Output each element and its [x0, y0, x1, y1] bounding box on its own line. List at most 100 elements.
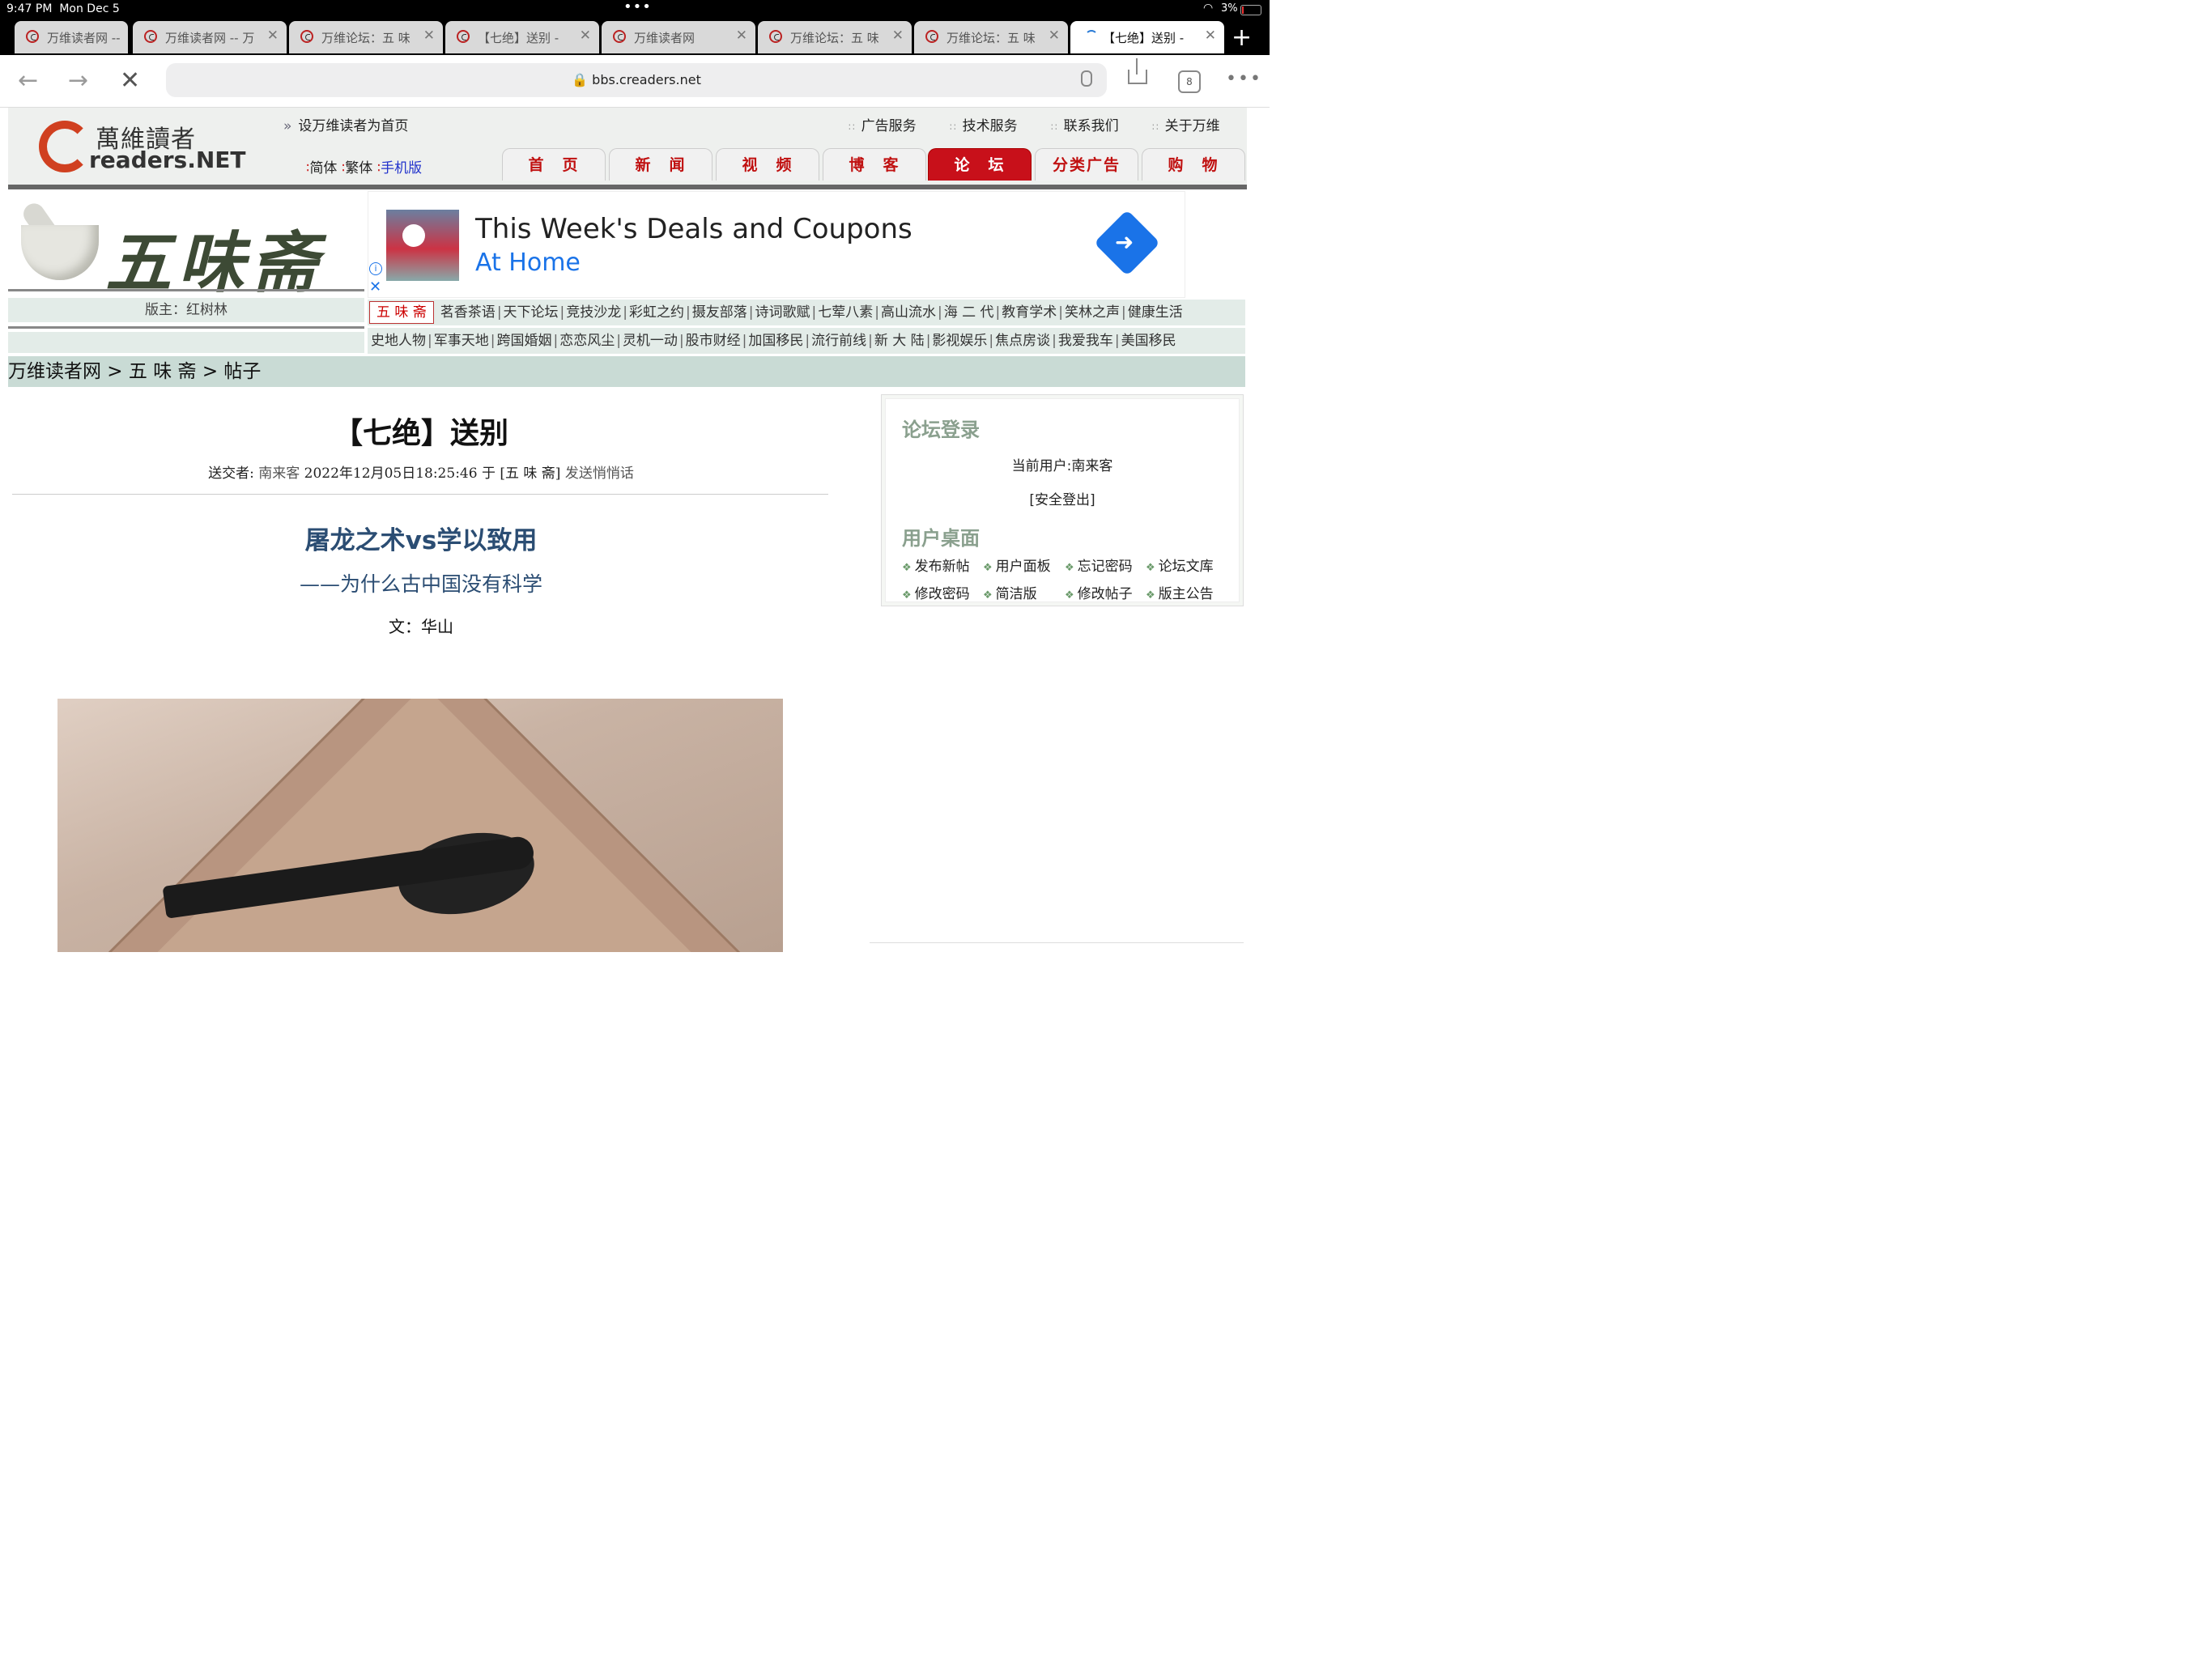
forum-link[interactable]: 彩虹之约	[629, 304, 684, 321]
forum-link[interactable]: 加国移民	[748, 333, 803, 349]
set-homepage-link[interactable]: » 设万维读者为首页	[283, 114, 408, 134]
bullet-icon: ❖	[983, 562, 993, 574]
creaders-logo[interactable]: 萬維讀者 readers.NET	[37, 116, 246, 179]
forward-icon[interactable]: →	[68, 66, 88, 95]
simple-version-link[interactable]: ❖ 简洁版	[983, 582, 1037, 602]
forum-link[interactable]: 我爱我车	[1058, 333, 1113, 349]
forum-link[interactable]: 天下论坛	[504, 304, 559, 321]
more-options-icon[interactable]: •••	[1226, 69, 1262, 89]
forum-link[interactable]: 股市财经	[686, 333, 741, 349]
browser-tab[interactable]: 【七绝】送别 - ✕	[445, 21, 599, 53]
forum-link[interactable]: 流行前线	[811, 333, 866, 349]
top-link-contact[interactable]: ∷ 联系我们	[1051, 114, 1119, 134]
top-link-ads[interactable]: ∷ 广告服务	[849, 114, 917, 134]
new-post-link[interactable]: ❖ 发布新帖	[902, 555, 970, 575]
forum-link[interactable]: 跨国婚姻	[496, 333, 551, 349]
top-link-tech[interactable]: ∷ 技术服务	[950, 114, 1018, 134]
forum-link[interactable]: 健康生活	[1128, 304, 1183, 321]
close-tab-icon[interactable]: ✕	[1049, 28, 1060, 44]
nav-blog[interactable]: 博 客	[823, 148, 926, 181]
forum-link[interactable]: 笑林之声	[1065, 304, 1120, 321]
multitask-dots-icon[interactable]: •••	[623, 0, 652, 15]
ad-title[interactable]: This Week's Deals and Coupons	[475, 213, 912, 245]
bullet-icon: ❖	[1065, 589, 1074, 602]
moderator-info: 版主：红树林	[8, 298, 364, 322]
simplified-link[interactable]: 简体	[309, 160, 337, 176]
forum-link[interactable]: 七荤八素	[818, 304, 873, 321]
new-tab-icon[interactable]: +	[1231, 23, 1252, 52]
ad-arrow-icon[interactable]: ➜	[1093, 209, 1161, 277]
current-forum-link[interactable]: 五 味 斋	[369, 301, 434, 324]
nav-home[interactable]: 首 页	[502, 148, 606, 181]
nav-shopping[interactable]: 购 物	[1142, 148, 1245, 181]
ad-close-icon[interactable]: ✕	[369, 278, 381, 295]
site-header: 萬維讀者 readers.NET » 设万维读者为首页 ∷ 广告服务 ∷ 技术服务 ∷…	[8, 108, 1247, 189]
browser-tab[interactable]: 万维读者网 --	[15, 21, 128, 53]
microphone-icon[interactable]	[1081, 70, 1092, 87]
compass-spoon-image	[57, 699, 783, 952]
moderator-notice-link[interactable]: ❖ 版主公告	[1146, 582, 1214, 602]
send-whisper-link[interactable]: 发送悄悄话	[565, 466, 634, 482]
post-datetime: 2022年12月05日18:25:46	[304, 466, 478, 482]
forum-banner: 五味斋	[8, 194, 364, 302]
forum-link[interactable]: 恋恋风尘	[559, 333, 615, 349]
favicon-icon	[769, 30, 782, 43]
url-text: 🔒 bbs.creaders.net	[572, 72, 701, 87]
close-tab-icon[interactable]: ✕	[1205, 28, 1216, 44]
status-bar: 9:47 PM Mon Dec 5 ••• ◠ 3%	[0, 0, 1270, 19]
forum-link[interactable]: 海 二 代	[944, 304, 994, 321]
forum-link[interactable]: 竞技沙龙	[566, 304, 621, 321]
nav-news[interactable]: 新 闻	[609, 148, 713, 181]
browser-tab[interactable]: 万维论坛：五 味 ✕	[289, 21, 443, 53]
forgot-password-link[interactable]: ❖ 忘记密码	[1065, 555, 1133, 575]
ad-info-icon[interactable]: i	[369, 262, 382, 275]
battery-percent: 3%	[1221, 2, 1238, 15]
browser-tab-active[interactable]: 【七绝】送别 - ✕	[1070, 21, 1224, 53]
traditional-link[interactable]: 繁体	[345, 160, 372, 176]
ad-banner[interactable]: This Week's Deals and Coupons At Home ➜	[368, 191, 1185, 298]
forum-link[interactable]: 军事天地	[434, 333, 489, 349]
forum-link[interactable]: 教育学术	[1002, 304, 1057, 321]
forum-link[interactable]: 新 大 陆	[874, 333, 925, 349]
forum-link[interactable]: 高山流水	[881, 304, 936, 321]
loading-spinner-icon	[1085, 30, 1098, 43]
close-tab-icon[interactable]: ✕	[267, 28, 279, 44]
forum-link[interactable]: 影视娱乐	[932, 333, 987, 349]
mobile-link[interactable]: 手机版	[381, 160, 422, 176]
stop-loading-icon[interactable]: ✕	[120, 66, 140, 95]
user-panel-link[interactable]: ❖ 用户面板	[983, 555, 1051, 575]
share-icon[interactable]	[1128, 58, 1147, 84]
close-tab-icon[interactable]: ✕	[423, 28, 435, 44]
breadcrumb[interactable]: 万维读者网 > 五 味 斋 > 帖子	[8, 356, 1245, 387]
close-tab-icon[interactable]: ✕	[736, 28, 747, 44]
forum-link[interactable]: 史地人物	[371, 333, 426, 349]
forum-link[interactable]: 诗词歌赋	[755, 304, 810, 321]
forum-link[interactable]: 灵机一动	[623, 333, 678, 349]
bullet-icon: ❖	[1146, 589, 1155, 602]
header-divider	[8, 185, 1247, 189]
close-tab-icon[interactable]: ✕	[892, 28, 904, 44]
back-icon[interactable]: ←	[18, 66, 38, 95]
browser-tab[interactable]: 万维读者网 -- 万 ✕	[133, 21, 287, 53]
top-link-about[interactable]: ∷ 关于万维	[1152, 114, 1220, 134]
browser-tab[interactable]: 万维读者网 ✕	[602, 21, 755, 53]
forum-library-link[interactable]: ❖ 论坛文库	[1146, 555, 1214, 575]
browser-tab[interactable]: 万维论坛：五 味 ✕	[758, 21, 912, 53]
author-link[interactable]: 南来客	[258, 466, 300, 482]
change-password-link[interactable]: ❖ 修改密码	[902, 582, 970, 602]
address-bar[interactable]: 🔒 bbs.creaders.net	[166, 63, 1107, 97]
nav-classifieds[interactable]: 分类广告	[1035, 148, 1138, 181]
nav-video[interactable]: 视 频	[716, 148, 819, 181]
logout-link[interactable]: [安全登出]	[886, 488, 1239, 508]
close-tab-icon[interactable]: ✕	[580, 28, 591, 44]
forum-link[interactable]: 茗香茶语	[440, 304, 496, 321]
ad-subtitle[interactable]: At Home	[475, 249, 581, 277]
tab-overview-icon[interactable]: 8	[1178, 70, 1201, 93]
meta-divider	[12, 494, 828, 495]
nav-forum[interactable]: 论 坛	[928, 148, 1032, 181]
edit-post-link[interactable]: ❖ 修改帖子	[1065, 582, 1133, 602]
forum-link[interactable]: 焦点房谈	[995, 333, 1050, 349]
browser-tab[interactable]: 万维论坛：五 味 ✕	[914, 21, 1068, 53]
forum-link[interactable]: 美国移民	[1121, 333, 1176, 349]
forum-link[interactable]: 摄友部落	[692, 304, 747, 321]
